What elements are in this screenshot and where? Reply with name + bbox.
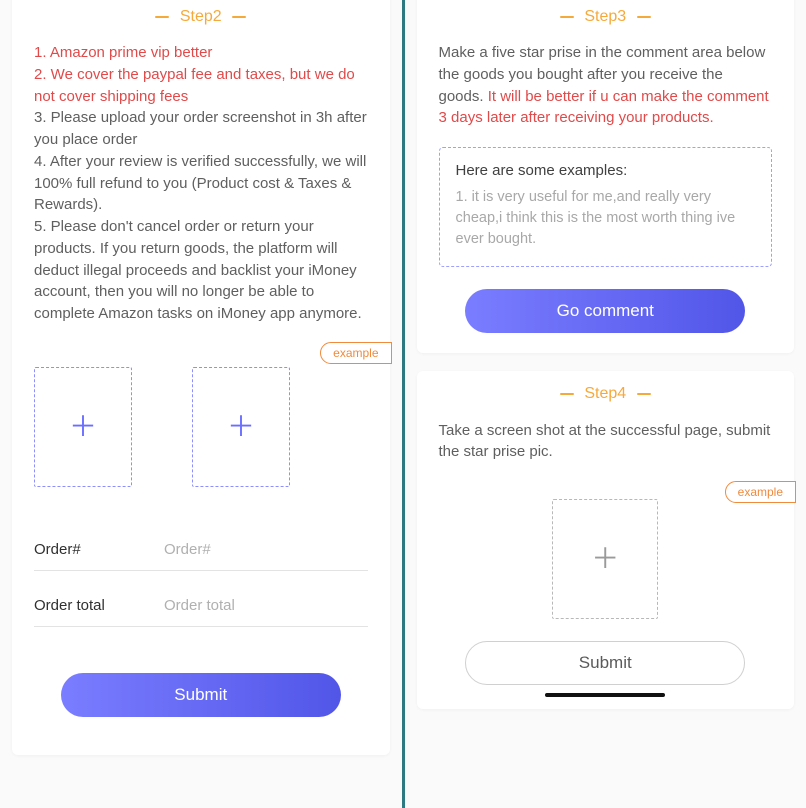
header-dash-icon [232,16,246,18]
step2-card: Step2 1. Amazon prime vip better 2. We c… [12,0,390,755]
step2-line2: 2. We cover the paypal fee and taxes, bu… [34,64,368,108]
example-item-1: 1. it is very useful for me,and really v… [456,187,756,250]
step4-submit-button[interactable]: Submit [465,641,745,685]
left-column: Step2 1. Amazon prime vip better 2. We c… [0,0,402,808]
example-tag[interactable]: example [725,481,796,503]
step2-line1: 1. Amazon prime vip better [34,42,368,64]
step4-instructions: Take a screen shot at the successful pag… [417,414,795,472]
step2-line3: 3. Please upload your order screenshot i… [34,107,368,151]
header-dash-icon [637,393,651,395]
upload-slot-2[interactable]: ＋ [192,367,290,487]
step2-title: Step2 [180,8,222,25]
right-column: Step3 Make a five star prise in the comm… [405,0,806,808]
order-number-field: Order# [34,515,368,571]
step4-header: Step4 [417,371,795,413]
header-dash-icon [637,16,651,18]
order-number-input[interactable] [164,541,368,558]
step4-card: Step4 Take a screen shot at the successf… [417,371,795,709]
step2-submit-button[interactable]: Submit [61,673,341,717]
app-root: Step2 1. Amazon prime vip better 2. We c… [0,0,806,808]
go-comment-button[interactable]: Go comment [465,289,745,333]
header-dash-icon [155,16,169,18]
step3-text-red: It will be better if u can make the comm… [439,88,769,127]
step2-header: Step2 [12,0,390,36]
plus-icon: ＋ [591,545,619,573]
examples-title: Here are some examples: [456,162,756,179]
step3-header: Step3 [417,0,795,36]
step2-line5: 5. Please don't cancel order or return y… [34,216,368,325]
step4-upload-slot[interactable]: ＋ [552,499,658,619]
step2-instructions: 1. Amazon prime vip better 2. We cover t… [12,36,390,333]
order-total-label: Order total [34,597,164,614]
order-number-label: Order# [34,541,164,558]
step4-title: Step4 [584,385,626,402]
order-total-input[interactable] [164,597,368,614]
plus-icon: ＋ [227,413,255,441]
step3-title: Step3 [584,8,626,25]
header-dash-icon [560,16,574,18]
example-tag[interactable]: example [320,342,391,364]
header-dash-icon [560,393,574,395]
upload-slot-1[interactable]: ＋ [34,367,132,487]
step2-line4: 4. After your review is verified success… [34,151,368,216]
home-indicator [545,693,665,697]
plus-icon: ＋ [69,413,97,441]
step3-instructions: Make a five star prise in the comment ar… [417,36,795,137]
order-total-field: Order total [34,571,368,627]
examples-box: Here are some examples: 1. it is very us… [439,147,773,267]
step3-card: Step3 Make a five star prise in the comm… [417,0,795,353]
